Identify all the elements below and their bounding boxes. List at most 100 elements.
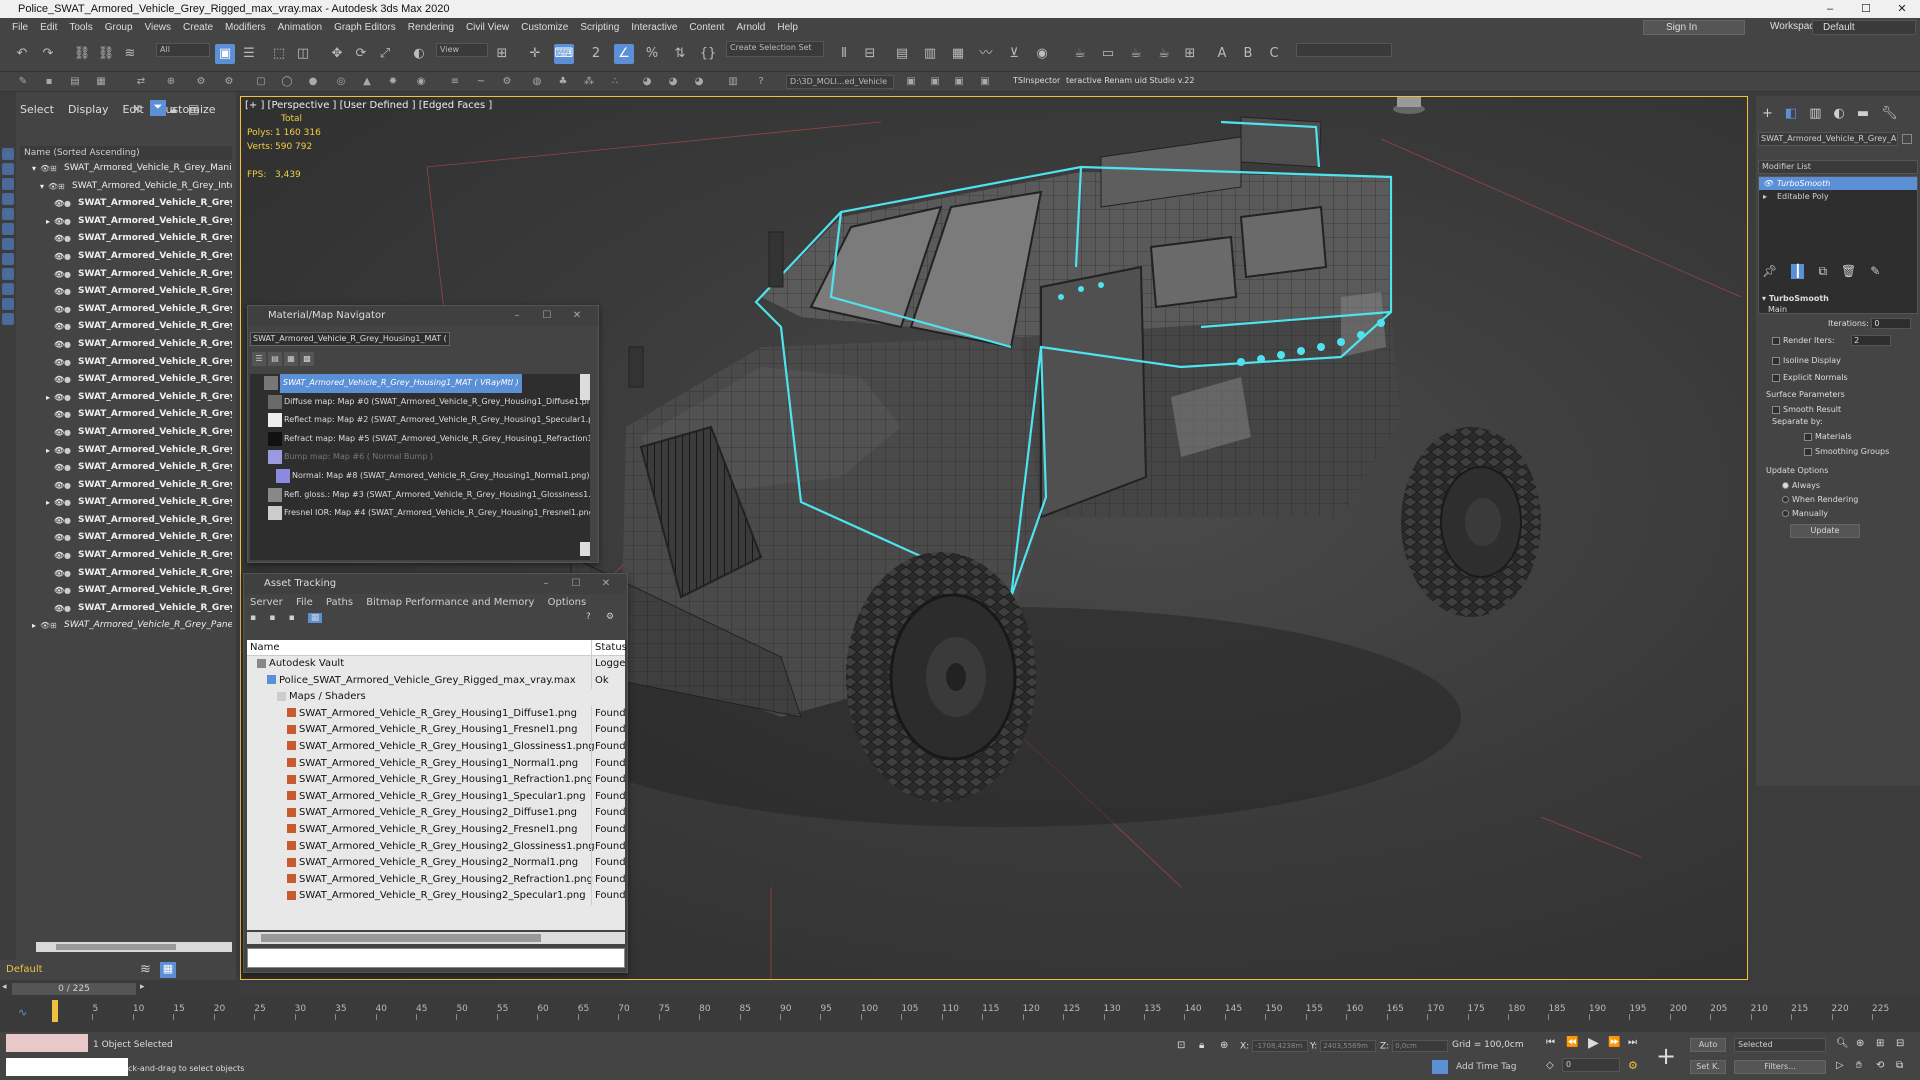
y-coordinate[interactable]: 2403,5569m [1320,1040,1377,1052]
vray-a-icon[interactable]: A [1212,44,1232,64]
tool-icon-2[interactable]: ⚙ [222,75,236,89]
menu-bitmap-performance[interactable]: Bitmap Performance and Memory [366,597,534,608]
ball-icon[interactable]: ◕ [640,75,654,89]
render-production-icon[interactable]: ☕ [1126,44,1146,64]
align-icon[interactable]: ⊟ [860,44,880,64]
spinner-snap-icon[interactable]: ⇅ [670,44,690,64]
time-tag-icon[interactable] [1432,1060,1448,1074]
configure-sets-icon[interactable]: ✎ [1870,264,1880,279]
asset-row[interactable]: SWAT_Armored_Vehicle_R_Grey_Housing2_Fre… [247,821,625,839]
select-manipulate-icon[interactable]: ✛ [525,44,545,64]
material-map-slot[interactable]: Diffuse map: Map #0 (SWAT_Armored_Vehicl… [250,393,590,412]
visibility-eye-icon[interactable]: 👁︎ [54,512,64,530]
scene-row[interactable]: ▸ 👁︎ ● SWAT_Armored_Vehicle_R_Grey_R [20,494,232,512]
filter-geometry-icon[interactable] [2,148,14,160]
scene-row[interactable]: 👁︎ ● SWAT_Armored_Vehicle_R_Grey_T [20,582,232,600]
expand-arrow-icon[interactable]: ▸ [32,617,36,635]
viewcube[interactable] [1393,97,1425,114]
filter-helpers-icon[interactable] [2,208,14,220]
menu-server[interactable]: Server [250,597,283,608]
box-icon[interactable]: ▢ [254,75,268,89]
menu-interactive[interactable]: Interactive [625,22,683,33]
key-set-dropdown[interactable]: Selected [1734,1038,1826,1052]
isolate-icon[interactable]: ⊡ [1177,1040,1185,1051]
light-icon[interactable]: ✹ [386,75,400,89]
scale-icon[interactable]: ⤢ [375,44,395,64]
percent-snap-icon[interactable]: % [642,44,662,64]
x-coordinate[interactable]: -1708,4238m [1252,1040,1309,1052]
named-selection-dropdown[interactable]: Create Selection Set [726,41,824,57]
asset-row[interactable]: SWAT_Armored_Vehicle_R_Grey_Housing2_Dif… [247,805,625,822]
stack-item-editable-poly[interactable]: ▸ Editable Poly [1759,190,1917,203]
visibility-eye-icon[interactable]: 👁︎ [40,160,50,178]
field-of-view-icon[interactable]: ▷ [1836,1060,1844,1071]
filter-hidden-icon[interactable] [2,313,14,325]
visibility-eye-icon[interactable]: 👁︎ [54,494,64,512]
eye-icon[interactable]: 👁︎ [1763,177,1773,190]
prev-key-icon[interactable]: ⏪ [1566,1037,1578,1048]
region-select-icon[interactable]: ⬚ [269,44,289,64]
scene-row[interactable]: ▾👁︎⊞ SWAT_Armored_Vehicle_R_Grey_Manipula… [20,160,232,178]
display-tab-icon[interactable]: ▬ [1857,106,1869,121]
visibility-eye-icon[interactable]: 👁︎ [54,547,64,565]
scene-row[interactable]: ▸ 👁︎ ● SWAT_Armored_Vehicle_R_Grey_ [20,213,232,231]
rotate-icon[interactable]: ⟳ [351,44,371,64]
scene-row[interactable]: 👁︎ ● SWAT_Armored_Vehicle_R_Grey_G [20,266,232,284]
visibility-eye-icon[interactable]: 👁︎ [54,283,64,301]
angle-snap-icon[interactable]: ∠ [614,44,634,64]
next-frame-icon[interactable]: ▸ [140,982,145,992]
asset-row[interactable]: SWAT_Armored_Vehicle_R_Grey_Housing1_Nor… [247,755,625,773]
iterations-spinner[interactable]: 0 [1871,318,1912,329]
expand-arrow-icon[interactable]: ▾ [40,178,44,196]
frame-counter[interactable]: 0 / 225 [12,983,136,995]
asset-path-field[interactable] [247,948,625,968]
material-map-slot[interactable]: Refl. gloss.: Map #3 (SWAT_Armored_Vehic… [250,486,590,505]
material-root[interactable]: SWAT_Armored_Vehicle_R_Grey_Housing1_MAT… [250,374,590,393]
expand-arrow-icon[interactable]: ▾ [32,160,36,178]
scene-row[interactable]: 👁︎ ● SWAT_Armored_Vehicle_R_Grey_T [20,565,232,583]
menu-options[interactable]: Options [548,597,587,608]
visibility-eye-icon[interactable]: 👁︎ [54,600,64,618]
menu-file[interactable]: File [296,597,313,608]
motion-tab-icon[interactable]: ◐ [1834,106,1845,121]
scene-row[interactable]: 👁︎ ● SWAT_Armored_Vehicle_R_Grey_H [20,318,232,336]
camera-icon[interactable]: ◉ [414,75,428,89]
visibility-eye-icon[interactable]: 👁︎ [54,582,64,600]
new-key-icon[interactable]: + [1656,1042,1676,1070]
options-icon[interactable]: ▤ [188,102,199,116]
visibility-eye-icon[interactable]: 👁︎ [48,178,58,196]
filter-shapes-icon[interactable] [2,163,14,175]
particle-icon[interactable]: ∴ [608,75,622,89]
zoom-extents-all-icon[interactable]: ⊟ [1896,1038,1904,1049]
render-iters-checkbox[interactable] [1772,336,1780,345]
render-iterative-icon[interactable]: ☕ [1154,44,1174,64]
ball-icon-2[interactable]: ◕ [666,75,680,89]
render-setup-icon[interactable]: ☕ [1070,44,1090,64]
visibility-eye-icon[interactable]: 👁︎ [54,266,64,284]
lock-selection-icon[interactable]: 🔒︎ [1199,1040,1204,1051]
workspace-dropdown[interactable]: Default [1812,20,1916,35]
rendered-frame-window-icon[interactable]: ▭ [1098,44,1118,64]
filter-icon[interactable]: ⏷ [150,100,166,116]
transform-type-icon[interactable]: ⊕ [1220,1040,1228,1051]
script-icon-2[interactable]: ▣ [928,75,942,89]
current-frame-field[interactable]: 0 [1562,1058,1620,1072]
smoothing-groups-checkbox[interactable] [1804,447,1812,456]
redo-icon[interactable]: ↷ [38,44,58,64]
menu-modifiers[interactable]: Modifiers [219,22,272,33]
maximize-button[interactable]: ☐ [561,574,591,594]
minimize-button[interactable]: – [1812,0,1848,18]
pin-stack-icon[interactable]: 📌︎ [1762,264,1777,279]
visibility-eye-icon[interactable]: 👁︎ [54,459,64,477]
current-layer[interactable]: Default [6,964,43,975]
snaps-toggle-icon[interactable]: 2 [586,44,606,64]
close-button[interactable]: ✕ [562,306,592,326]
maxscript-input[interactable] [6,1058,128,1076]
render-grid-icon[interactable]: ⊞ [1180,44,1200,64]
next-key-icon[interactable]: ⏩ [1608,1037,1620,1048]
menu-animation[interactable]: Animation [272,22,328,33]
asset-row[interactable]: Police_SWAT_Armored_Vehicle_Grey_Rigged_… [247,672,625,690]
scene-row[interactable]: 👁︎ ● SWAT_Armored_Vehicle_R_Grey_T [20,600,232,618]
cylinder-icon[interactable]: ◯ [280,75,294,89]
key-mode-icon[interactable]: ◇ [1546,1060,1554,1071]
